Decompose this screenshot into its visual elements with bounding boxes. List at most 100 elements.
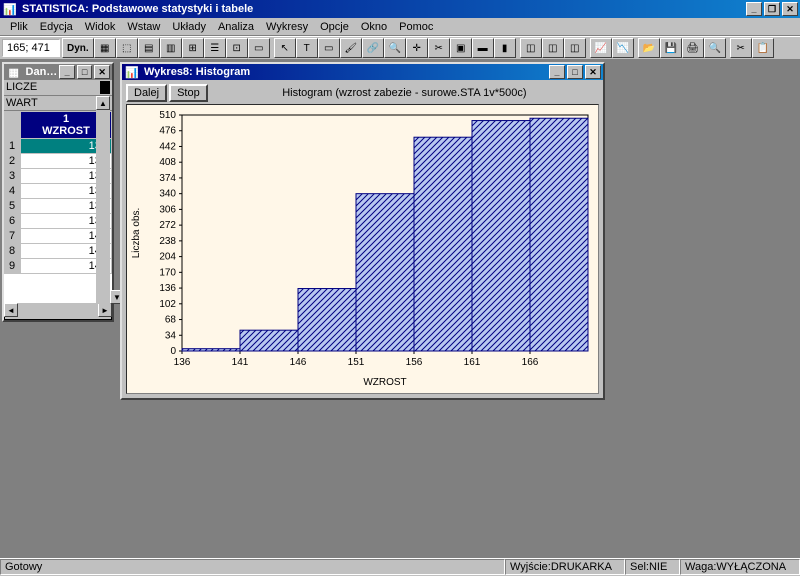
- scroll-right-icon[interactable]: ►: [98, 303, 112, 317]
- svg-text:136: 136: [174, 357, 191, 368]
- menu-uklady[interactable]: Układy: [166, 21, 212, 33]
- statusbar: Gotowy Wyjście:DRUKARKA Sel:NIE Waga:WYŁ…: [0, 558, 800, 576]
- svg-text:476: 476: [159, 126, 176, 137]
- hist-close-button[interactable]: ✕: [585, 65, 601, 79]
- hdr-licze: LICZE: [6, 81, 37, 94]
- svg-text:340: 340: [159, 189, 176, 200]
- scroll-up-icon[interactable]: ▲: [96, 96, 110, 110]
- minimize-button[interactable]: _: [746, 2, 762, 16]
- scroll-left-icon[interactable]: ◄: [4, 303, 18, 317]
- data-window: ▦ Dan… _ □ ✕ LICZE ▴ WART 1WZROST 1136 2…: [2, 62, 114, 322]
- hdr-wart: WART: [6, 97, 38, 109]
- menu-okno[interactable]: Okno: [355, 21, 393, 33]
- menu-opcje[interactable]: Opcje: [314, 21, 355, 33]
- status-sel: Sel:NIE: [625, 559, 680, 575]
- datawin-max-button[interactable]: □: [77, 65, 93, 79]
- tb-btn-e[interactable]: ◫: [564, 38, 586, 58]
- menu-wstaw[interactable]: Wstaw: [121, 21, 166, 33]
- data-window-titlebar[interactable]: ▦ Dan… _ □ ✕: [4, 64, 112, 80]
- tb-btn-7[interactable]: ⊡: [226, 38, 248, 58]
- tb-cut-icon[interactable]: ✂: [730, 38, 752, 58]
- col-name: WZROST: [25, 125, 107, 137]
- svg-text:170: 170: [159, 267, 176, 278]
- data-window-title: Dan…: [26, 66, 58, 78]
- tb-crop-icon[interactable]: ✂: [428, 38, 450, 58]
- col-num: 1: [25, 113, 107, 125]
- coord-display: 165; 471: [2, 39, 60, 57]
- close-button[interactable]: ✕: [782, 2, 798, 16]
- tb-rect-icon[interactable]: ▭: [318, 38, 340, 58]
- tb-save-icon[interactable]: 💾: [660, 38, 682, 58]
- toolbar: 165; 471 Dyn. ▦ ⬚ ▤ ▥ ⊞ ☰ ⊡ ▭ ↖ T ▭ 🖌 🔗 …: [0, 36, 800, 60]
- svg-text:102: 102: [159, 299, 176, 310]
- tb-btn-8[interactable]: ▭: [248, 38, 270, 58]
- tb-btn-1[interactable]: ▦: [94, 38, 116, 58]
- tb-point-icon[interactable]: ✛: [406, 38, 428, 58]
- tb-btn-c[interactable]: ◫: [520, 38, 542, 58]
- status-output: Wyjście:DRUKARKA: [505, 559, 625, 575]
- menu-widok[interactable]: Widok: [79, 21, 122, 33]
- tb-arrow-icon[interactable]: ↖: [274, 38, 296, 58]
- tb-chart1-icon[interactable]: 📈: [590, 38, 612, 58]
- app-icon: 📊: [2, 1, 18, 17]
- svg-text:141: 141: [232, 357, 249, 368]
- plot-area: 0346810213617020423827230634037440844247…: [126, 104, 599, 394]
- hist-max-button[interactable]: □: [567, 65, 583, 79]
- svg-text:68: 68: [165, 315, 177, 326]
- app-titlebar: 📊 STATISTICA: Podstawowe statystyki i ta…: [0, 0, 800, 18]
- tb-text-icon[interactable]: T: [296, 38, 318, 58]
- menu-plik[interactable]: Plik: [4, 21, 34, 33]
- datawin-close-button[interactable]: ✕: [94, 65, 110, 79]
- datawin-min-button[interactable]: _: [59, 65, 75, 79]
- hist-min-button[interactable]: _: [549, 65, 565, 79]
- svg-text:238: 238: [159, 236, 176, 247]
- status-ready: Gotowy: [0, 559, 505, 575]
- svg-text:272: 272: [159, 220, 176, 231]
- tb-box-icon[interactable]: ▣: [450, 38, 472, 58]
- tb-link-icon[interactable]: 🔗: [362, 38, 384, 58]
- svg-text:442: 442: [159, 141, 176, 152]
- stop-button[interactable]: Stop: [169, 84, 208, 102]
- tb-preview-icon[interactable]: 🔍: [704, 38, 726, 58]
- tb-paint-icon[interactable]: 🖌: [340, 38, 362, 58]
- maximize-button[interactable]: ❐: [764, 2, 780, 16]
- tb-btn-5[interactable]: ⊞: [182, 38, 204, 58]
- histogram-svg: 0346810213617020423827230634037440844247…: [127, 105, 598, 391]
- svg-text:146: 146: [290, 357, 307, 368]
- mdi-workspace: ▦ Dan… _ □ ✕ LICZE ▴ WART 1WZROST 1136 2…: [0, 60, 800, 558]
- hscrollbar[interactable]: ◄ ►: [4, 303, 112, 317]
- chart-title: Histogram (wzrost zabezie - surowe.STA 1…: [210, 87, 599, 99]
- dalej-button[interactable]: Dalej: [126, 84, 167, 102]
- tb-print-icon[interactable]: 🖨: [682, 38, 704, 58]
- svg-text:0: 0: [170, 346, 176, 357]
- menubar: Plik Edycja Widok Wstaw Układy Analiza W…: [0, 18, 800, 36]
- tb-btn-2[interactable]: ⬚: [116, 38, 138, 58]
- hist-title: Wykres8: Histogram: [144, 66, 250, 78]
- tb-btn-a[interactable]: ▬: [472, 38, 494, 58]
- svg-text:374: 374: [159, 173, 176, 184]
- svg-text:WZROST: WZROST: [363, 377, 406, 388]
- tb-btn-3[interactable]: ▤: [138, 38, 160, 58]
- svg-text:408: 408: [159, 157, 176, 168]
- tb-btn-b[interactable]: ▮: [494, 38, 516, 58]
- tb-chart2-icon[interactable]: 📉: [612, 38, 634, 58]
- menu-analiza[interactable]: Analiza: [212, 21, 260, 33]
- tb-btn-6[interactable]: ☰: [204, 38, 226, 58]
- hist-titlebar[interactable]: 📊 Wykres8: Histogram _ □ ✕: [122, 64, 603, 80]
- chart-icon: 📊: [124, 64, 140, 80]
- tb-open-icon[interactable]: 📂: [638, 38, 660, 58]
- histogram-window: 📊 Wykres8: Histogram _ □ ✕ Dalej Stop Hi…: [120, 62, 605, 400]
- svg-text:136: 136: [159, 283, 176, 294]
- menu-wykresy[interactable]: Wykresy: [260, 21, 314, 33]
- tb-btn-d[interactable]: ◫: [542, 38, 564, 58]
- menu-pomoc[interactable]: Pomoc: [393, 21, 439, 33]
- tb-zoom-icon[interactable]: 🔍: [384, 38, 406, 58]
- dyn-button[interactable]: Dyn.: [62, 38, 94, 58]
- tb-btn-4[interactable]: ▥: [160, 38, 182, 58]
- svg-text:Liczba obs.: Liczba obs.: [131, 208, 142, 259]
- tb-copy-icon[interactable]: 📋: [752, 38, 774, 58]
- app-title: STATISTICA: Podstawowe statystyki i tabe…: [22, 3, 253, 15]
- menu-edycja[interactable]: Edycja: [34, 21, 79, 33]
- vscrollbar[interactable]: ▲ ▼: [96, 96, 110, 304]
- svg-text:204: 204: [159, 252, 176, 263]
